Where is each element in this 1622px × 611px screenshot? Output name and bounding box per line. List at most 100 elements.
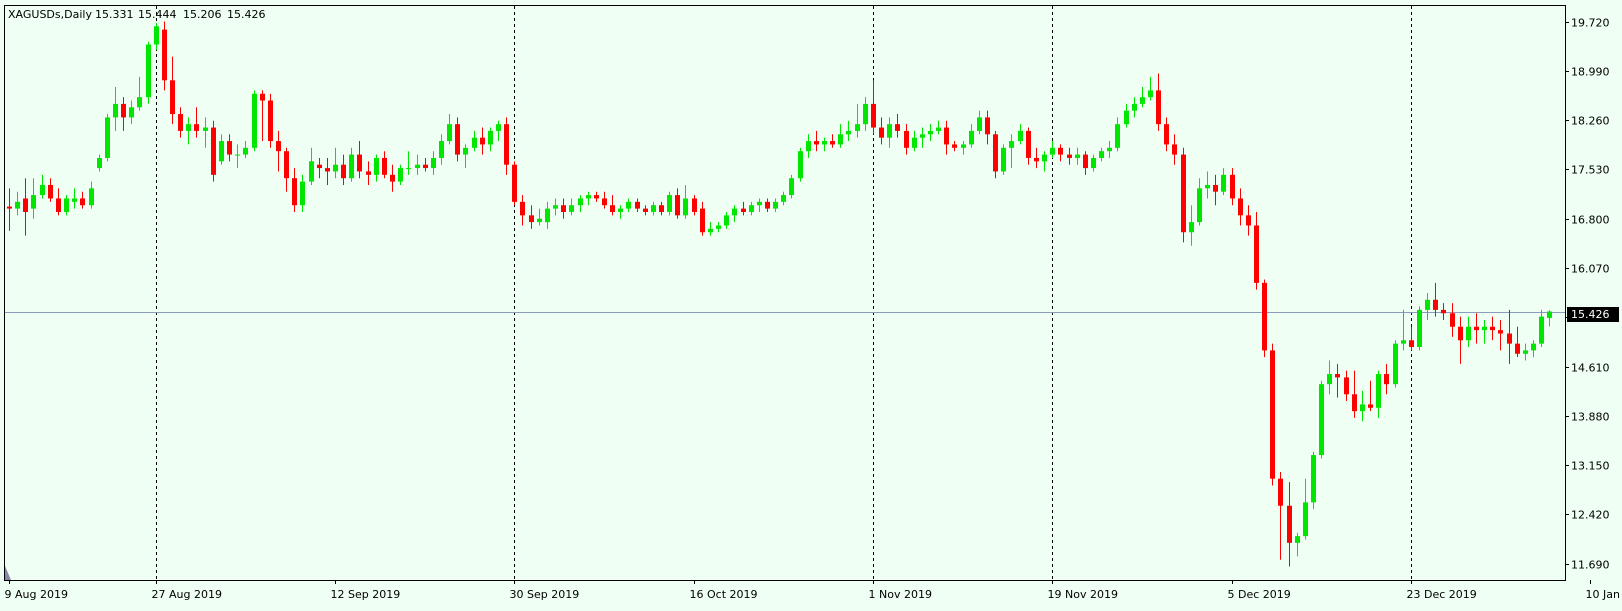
candle-body [284, 151, 289, 179]
candle-body [1262, 282, 1267, 351]
candle[interactable] [1319, 380, 1324, 459]
candle-body [1058, 147, 1063, 155]
candle[interactable] [1270, 343, 1275, 486]
candle-body [1409, 340, 1414, 348]
candle-body [1181, 154, 1186, 233]
candle-body [1498, 330, 1503, 334]
candle-body [1034, 157, 1039, 162]
candle-body [455, 124, 460, 155]
candle-body [626, 201, 631, 209]
candle[interactable] [105, 114, 110, 162]
candle[interactable] [798, 147, 803, 182]
candle-body [846, 130, 851, 135]
candle-body [569, 205, 574, 212]
y-axis-tick-label: 13.880 [1571, 411, 1610, 424]
candle[interactable] [1311, 451, 1316, 510]
candle-body [1433, 299, 1438, 310]
candle-body [113, 103, 118, 118]
candle-body [1547, 311, 1552, 318]
candle-body [406, 168, 411, 170]
candle-body [186, 124, 191, 131]
candle-body [1490, 326, 1495, 331]
candle-body [512, 164, 517, 202]
candle-body [48, 184, 53, 199]
candle-body [1515, 343, 1520, 354]
candle-body [56, 198, 61, 212]
candle-body [194, 124, 199, 131]
candle-body [520, 201, 525, 216]
candlestick-chart[interactable]: 19.720 18.990 18.260 17.530 16.800 16.070 15.3… [0, 0, 1622, 611]
candle-body [211, 127, 216, 175]
candle-body [309, 161, 314, 182]
candle[interactable] [162, 21, 167, 91]
x-axis-tick-label: 5 Dec 2019 [1228, 588, 1291, 601]
candle-body [1132, 103, 1137, 111]
candle-body [928, 130, 933, 135]
candle-body [1344, 377, 1349, 395]
candle-body [814, 141, 819, 145]
candle-body [154, 26, 159, 45]
candle-body [952, 144, 957, 148]
candle[interactable] [252, 90, 257, 152]
candle-body [89, 188, 94, 206]
candle-body [912, 137, 917, 148]
candle-body [15, 201, 20, 209]
candle-body [879, 127, 884, 138]
candle-body [667, 195, 672, 212]
candle-body [1099, 151, 1104, 158]
candle[interactable] [667, 191, 672, 216]
candle[interactable] [211, 120, 216, 182]
candle-body [830, 141, 835, 145]
x-axis-tick-label: 19 Nov 2019 [1048, 588, 1118, 601]
candle[interactable] [512, 161, 517, 206]
candle-body [1042, 154, 1047, 162]
candle-body [64, 198, 69, 212]
candle-body [545, 208, 550, 223]
candle-body [1376, 374, 1381, 408]
candle-body [1417, 309, 1422, 348]
candle-body [1009, 141, 1014, 148]
candle-body [504, 124, 509, 165]
candle-body [716, 225, 721, 229]
candle-body [260, 93, 265, 101]
candle-body [366, 171, 371, 175]
candle-body [1401, 340, 1406, 344]
candle-body [700, 208, 705, 233]
x-axis-tick-label: 1 Nov 2019 [869, 588, 932, 601]
chart-symbol-title: XAGUSDs,Daily [8, 8, 92, 21]
candle-body [977, 117, 982, 131]
x-axis-tick-label: 12 Sep 2019 [331, 588, 401, 601]
candle-body [357, 154, 362, 172]
candle[interactable] [1262, 279, 1267, 358]
candle-body [1441, 309, 1446, 314]
candle[interactable] [1417, 306, 1422, 351]
candle-body [1393, 343, 1398, 385]
candle-body [1352, 394, 1357, 412]
candle-body [635, 201, 640, 209]
candle-body [936, 127, 941, 131]
candle-body [757, 201, 762, 206]
candle-body [317, 164, 322, 169]
candle-body [895, 124, 900, 131]
candle-body [1482, 326, 1487, 331]
candle[interactable] [146, 41, 151, 104]
candle-body [1295, 536, 1300, 543]
candle[interactable] [1001, 144, 1006, 175]
header-high-value: 15.444 [138, 8, 177, 21]
candle-body [985, 117, 990, 135]
candle-body [1164, 124, 1169, 145]
candle[interactable] [789, 174, 794, 199]
candle[interactable] [1181, 147, 1186, 243]
candle-body [1539, 316, 1544, 344]
candle-body [1270, 350, 1275, 479]
candle-body [423, 164, 428, 169]
candle-body [1466, 326, 1471, 341]
candle-body [146, 44, 151, 98]
candle-body [1091, 157, 1096, 169]
candle[interactable] [993, 130, 998, 179]
candle-body [1001, 147, 1006, 172]
candle-body [1531, 343, 1536, 351]
candle[interactable] [1393, 340, 1398, 388]
candle[interactable] [268, 93, 273, 148]
y-axis-tick-label: 11.690 [1571, 559, 1610, 572]
